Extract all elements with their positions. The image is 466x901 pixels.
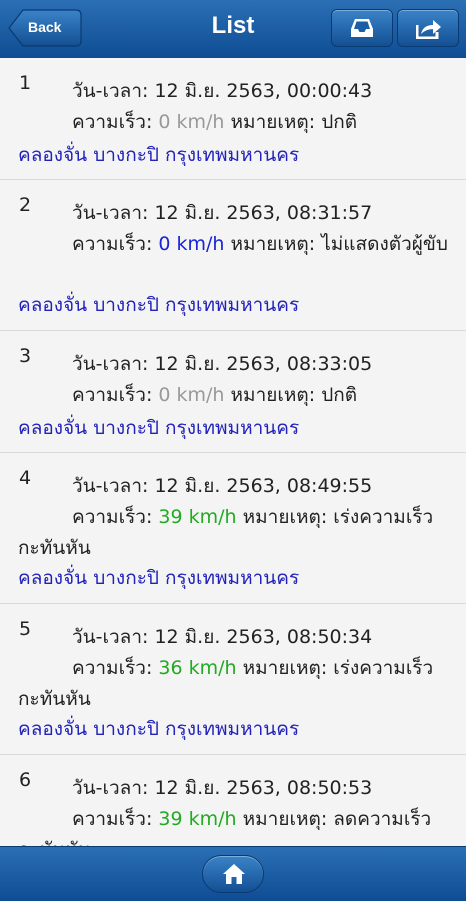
item-details: ความเร็ว: 36 km/h หมายเหตุ: เร่งความเร็ว… — [18, 653, 458, 715]
speed-value: 39 km/h — [158, 808, 237, 830]
item-index: 1 — [19, 72, 32, 94]
item-datetime: วัน-เวลา: 12 มิ.ย. 2563, 08:50:34 — [72, 622, 372, 652]
item-details: ความเร็ว: 39 km/h หมายเหตุ: ลดความเร็วกะ… — [18, 804, 458, 846]
list-item[interactable]: 2 วัน-เวลา: 12 มิ.ย. 2563, 08:31:57 ความ… — [0, 180, 466, 331]
inbox-button[interactable] — [331, 9, 393, 47]
share-button[interactable] — [397, 9, 459, 47]
note-label: หมายเหตุ: — [230, 233, 316, 255]
speed-value: 39 km/h — [158, 506, 237, 528]
item-index: 6 — [19, 769, 32, 791]
list-item[interactable]: 6 วัน-เวลา: 12 มิ.ย. 2563, 08:50:53 ความ… — [0, 755, 466, 846]
list-item[interactable]: 5 วัน-เวลา: 12 มิ.ย. 2563, 08:50:34 ความ… — [0, 604, 466, 755]
speed-label: ความเร็ว: — [72, 233, 153, 255]
item-index: 4 — [19, 467, 32, 489]
item-datetime: วัน-เวลา: 12 มิ.ย. 2563, 08:49:55 — [72, 471, 372, 501]
item-index: 3 — [19, 345, 32, 367]
location-link[interactable]: คลองจั่น บางกะปิ กรุงเทพมหานคร — [18, 290, 299, 320]
datetime-label: วัน-เวลา: — [72, 475, 149, 497]
item-datetime: วัน-เวลา: 12 มิ.ย. 2563, 08:31:57 — [72, 198, 372, 228]
speed-label: ความเร็ว: — [72, 808, 153, 830]
item-details: ความเร็ว: 0 km/h หมายเหตุ: ไม่แสดงตัวผู้… — [18, 229, 458, 260]
note-value: ปกติ — [321, 111, 358, 133]
note-label: หมายเหตุ: — [242, 506, 328, 528]
note-value: ไม่แสดงตัวผู้ขับ — [321, 233, 448, 255]
top-bar: Back List — [0, 0, 466, 59]
item-datetime: วัน-เวลา: 12 มิ.ย. 2563, 00:00:43 — [72, 76, 372, 106]
speed-label: ความเร็ว: — [72, 384, 153, 406]
bottom-bar — [0, 846, 466, 901]
location-link[interactable]: คลองจั่น บางกะปิ กรุงเทพมหานคร — [18, 714, 299, 744]
list-item[interactable]: 3 วัน-เวลา: 12 มิ.ย. 2563, 08:33:05 ความ… — [0, 331, 466, 453]
speed-label: ความเร็ว: — [72, 657, 153, 679]
datetime-label: วัน-เวลา: — [72, 777, 149, 799]
datetime-value: 12 มิ.ย. 2563, 00:00:43 — [154, 80, 373, 102]
item-details: ความเร็ว: 0 km/h หมายเหตุ: ปกติ — [18, 107, 458, 138]
datetime-value: 12 มิ.ย. 2563, 08:33:05 — [154, 353, 373, 375]
note-label: หมายเหตุ: — [242, 808, 328, 830]
speed-label: ความเร็ว: — [72, 506, 153, 528]
datetime-label: วัน-เวลา: — [72, 202, 149, 224]
location-link[interactable]: คลองจั่น บางกะปิ กรุงเทพมหานคร — [18, 140, 299, 170]
location-link[interactable]: คลองจั่น บางกะปิ กรุงเทพมหานคร — [18, 563, 299, 593]
list-item[interactable]: 4 วัน-เวลา: 12 มิ.ย. 2563, 08:49:55 ความ… — [0, 453, 466, 604]
speed-value: 0 km/h — [158, 384, 225, 406]
datetime-label: วัน-เวลา: — [72, 626, 149, 648]
datetime-label: วัน-เวลา: — [72, 80, 149, 102]
note-label: หมายเหตุ: — [242, 657, 328, 679]
speed-value: 0 km/h — [158, 111, 225, 133]
speed-value: 0 km/h — [158, 233, 225, 255]
item-details: ความเร็ว: 0 km/h หมายเหตุ: ปกติ — [18, 380, 458, 411]
datetime-value: 12 มิ.ย. 2563, 08:31:57 — [154, 202, 373, 224]
item-details: ความเร็ว: 39 km/h หมายเหตุ: เร่งความเร็ว… — [18, 502, 458, 564]
datetime-label: วัน-เวลา: — [72, 353, 149, 375]
record-list[interactable]: 1 วัน-เวลา: 12 มิ.ย. 2563, 00:00:43 ความ… — [0, 58, 466, 846]
note-label: หมายเหตุ: — [230, 111, 316, 133]
note-value: ปกติ — [321, 384, 358, 406]
note-label: หมายเหตุ: — [230, 384, 316, 406]
inbox-icon — [351, 19, 373, 37]
speed-label: ความเร็ว: — [72, 111, 153, 133]
item-index: 5 — [19, 618, 32, 640]
home-button[interactable] — [202, 855, 264, 893]
datetime-value: 12 มิ.ย. 2563, 08:50:34 — [154, 626, 373, 648]
list-item[interactable]: 1 วัน-เวลา: 12 มิ.ย. 2563, 00:00:43 ความ… — [0, 58, 466, 180]
speed-value: 36 km/h — [158, 657, 237, 679]
datetime-value: 12 มิ.ย. 2563, 08:50:53 — [154, 777, 373, 799]
share-icon — [416, 20, 441, 39]
item-datetime: วัน-เวลา: 12 มิ.ย. 2563, 08:33:05 — [72, 349, 372, 379]
item-index: 2 — [19, 194, 32, 216]
home-icon — [223, 864, 245, 884]
datetime-value: 12 มิ.ย. 2563, 08:49:55 — [154, 475, 373, 497]
item-datetime: วัน-เวลา: 12 มิ.ย. 2563, 08:50:53 — [72, 773, 372, 803]
location-link[interactable]: คลองจั่น บางกะปิ กรุงเทพมหานคร — [18, 413, 299, 443]
